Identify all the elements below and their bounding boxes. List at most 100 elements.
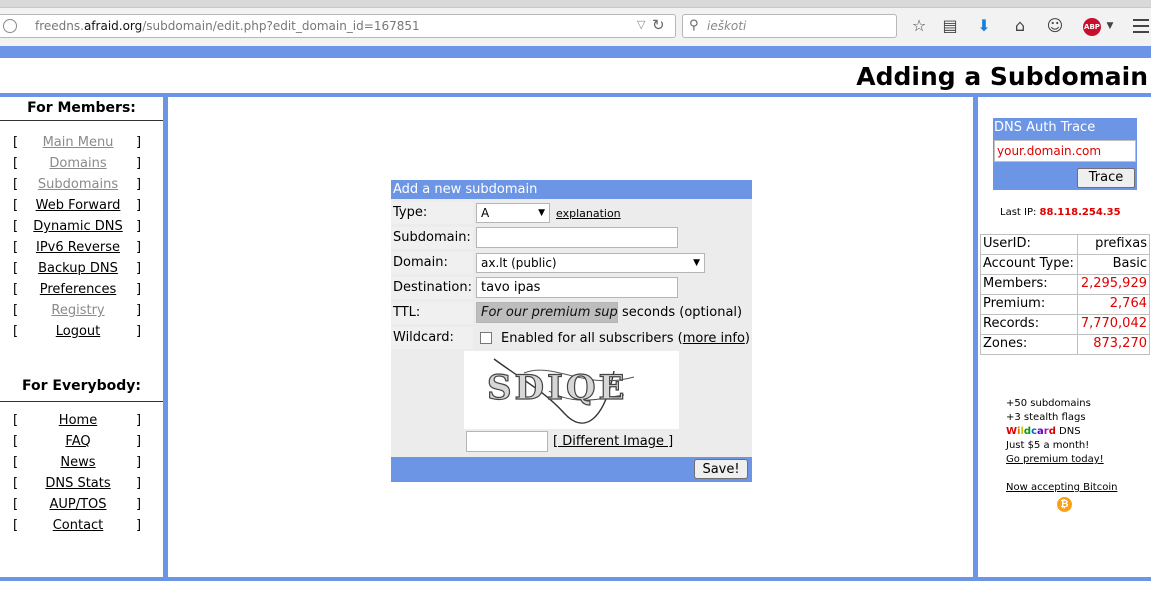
nav-item: [AUP/TOS]	[0, 497, 163, 518]
wildcard-letter: W	[1006, 426, 1018, 437]
chevron-down-icon[interactable]: ▼	[1099, 16, 1121, 36]
bracket-close: ]	[136, 497, 142, 512]
wildcard-label: Wildcard:	[391, 327, 473, 349]
bracket-open: [	[13, 135, 19, 150]
bracket-close: ]	[136, 219, 142, 234]
last-ip: Last IP: 88.118.254.35	[1000, 207, 1121, 218]
nav-link-logout[interactable]: Logout	[20, 324, 136, 339]
type-select-value: A	[481, 206, 490, 220]
reading-list-icon[interactable]: ▤	[939, 16, 961, 36]
bracket-open: [	[13, 261, 19, 276]
stats-row: Members: 2,295,929	[980, 274, 1150, 295]
nav-item: [Backup DNS]	[0, 261, 163, 282]
save-button[interactable]: Save!	[694, 459, 748, 479]
promo-wildcard-word: Wildcard	[1006, 426, 1056, 437]
bracket-open: [	[13, 413, 19, 428]
different-image-link[interactable]: [ Different Image ]	[553, 434, 673, 449]
nav-link-news[interactable]: News	[20, 455, 136, 470]
go-premium-link[interactable]: Go premium today!	[1006, 453, 1117, 467]
wildcard-text: Enabled for all subscribers (more info)	[501, 331, 750, 346]
promo-stealth: +3 stealth flags	[1006, 412, 1086, 423]
stats-label: Account Type:	[980, 254, 1078, 275]
bracket-close: ]	[136, 261, 142, 276]
stats-label: Premium:	[980, 294, 1078, 315]
search-placeholder: ieškoti	[707, 19, 747, 33]
nav-item: [DNS Stats]	[0, 476, 163, 497]
wildcard-checkbox[interactable]	[480, 332, 492, 344]
nav-link-subdomains[interactable]: Subdomains	[20, 177, 136, 192]
nav-link-dynamic-dns[interactable]: Dynamic DNS	[20, 219, 136, 234]
bracket-open: [	[13, 282, 19, 297]
download-icon[interactable]: ⬇	[973, 16, 995, 36]
nav-link-dns-stats[interactable]: DNS Stats	[20, 476, 136, 491]
stats-label: Zones:	[980, 334, 1078, 355]
top-band	[0, 46, 1151, 58]
bracket-close: ]	[136, 324, 142, 339]
bracket-close: ]	[136, 135, 142, 150]
nav-link-main-menu[interactable]: Main Menu	[20, 135, 136, 150]
captcha-text: SDIQE	[487, 368, 627, 408]
form-heading: Add a new subdomain	[391, 180, 752, 199]
globe-icon	[3, 19, 17, 33]
domain-label: Domain:	[391, 252, 473, 274]
bracket-close: ]	[136, 518, 142, 533]
captcha-image: SDIQE	[464, 351, 679, 429]
search-icon: ⚲	[689, 18, 699, 33]
nav-link-web-forward[interactable]: Web Forward	[20, 198, 136, 213]
browser-toolbar: freedns.afraid.org/subdomain/edit.php?ed…	[0, 0, 1151, 46]
stats-row: Zones: 873,270	[980, 334, 1150, 355]
dns-auth-trace-heading: DNS Auth Trace	[994, 120, 1096, 135]
nav-link-faq[interactable]: FAQ	[20, 434, 136, 449]
nav-link-home[interactable]: Home	[20, 413, 136, 428]
promo-dns: DNS	[1055, 426, 1081, 437]
address-bar[interactable]: freedns.afraid.org/subdomain/edit.php?ed…	[0, 14, 676, 38]
nav-item: [Contact]	[0, 518, 163, 539]
explanation-link[interactable]: explanation	[556, 207, 621, 220]
bracket-open: [	[13, 219, 19, 234]
bracket-open: [	[13, 497, 19, 512]
stats-label: Members:	[980, 274, 1078, 295]
star-icon[interactable]: ☆	[908, 16, 930, 36]
page-title: Adding a Subdomain	[856, 62, 1148, 91]
bracket-open: [	[13, 240, 19, 255]
nav-link-preferences[interactable]: Preferences	[20, 282, 136, 297]
nav-link-backup-dns[interactable]: Backup DNS	[20, 261, 136, 276]
bracket-close: ]	[136, 282, 142, 297]
chevron-down-icon: ▼	[693, 258, 700, 268]
nav-link-contact[interactable]: Contact	[20, 518, 136, 533]
nav-link-registry[interactable]: Registry	[20, 303, 136, 318]
type-label: Type:	[391, 202, 473, 224]
bracket-open: [	[13, 156, 19, 171]
subdomain-label: Subdomain:	[391, 227, 473, 249]
wildcard-letter: d	[1048, 426, 1056, 437]
dropdown-arrow-icon[interactable]: ▽	[637, 18, 645, 31]
trace-button[interactable]: Trace	[1077, 168, 1135, 188]
more-info-link[interactable]: more info	[683, 331, 745, 346]
bitcoin-link[interactable]: Now accepting Bitcoin	[1006, 481, 1117, 495]
search-bar[interactable]: ⚲ ieškoti	[682, 14, 897, 38]
bracket-close: ]	[136, 177, 142, 192]
nav-item: [FAQ]	[0, 434, 163, 455]
stats-label: UserID:	[980, 234, 1078, 255]
menu-icon[interactable]	[1133, 19, 1149, 37]
bracket-close: ]	[136, 303, 142, 318]
home-icon[interactable]: ⌂	[1009, 16, 1031, 36]
bracket-open: [	[13, 198, 19, 213]
nav-link-domains[interactable]: Domains	[20, 156, 136, 171]
right-column-divider	[973, 97, 978, 577]
nav-link-ipv6-reverse[interactable]: IPv6 Reverse	[20, 240, 136, 255]
nav-link-aup-tos[interactable]: AUP/TOS	[20, 497, 136, 512]
type-select[interactable]: A ▼	[476, 203, 550, 223]
chat-icon[interactable]: ☺	[1044, 16, 1066, 36]
bitcoin-icon: ₿	[1057, 497, 1072, 512]
trace-domain-input[interactable]: your.domain.com	[994, 140, 1136, 162]
nav-item: [Registry]	[0, 303, 163, 324]
bracket-open: [	[13, 324, 19, 339]
wildcard-close-paren: )	[744, 331, 750, 346]
destination-input[interactable]: tavo ipas	[476, 277, 678, 298]
promo-price: Just $5 a month!	[1006, 440, 1090, 451]
reload-icon[interactable]: ↻	[652, 16, 665, 34]
captcha-input[interactable]	[466, 431, 548, 452]
subdomain-input[interactable]	[476, 227, 678, 248]
domain-select[interactable]: ax.lt (public) ▼	[476, 253, 705, 273]
